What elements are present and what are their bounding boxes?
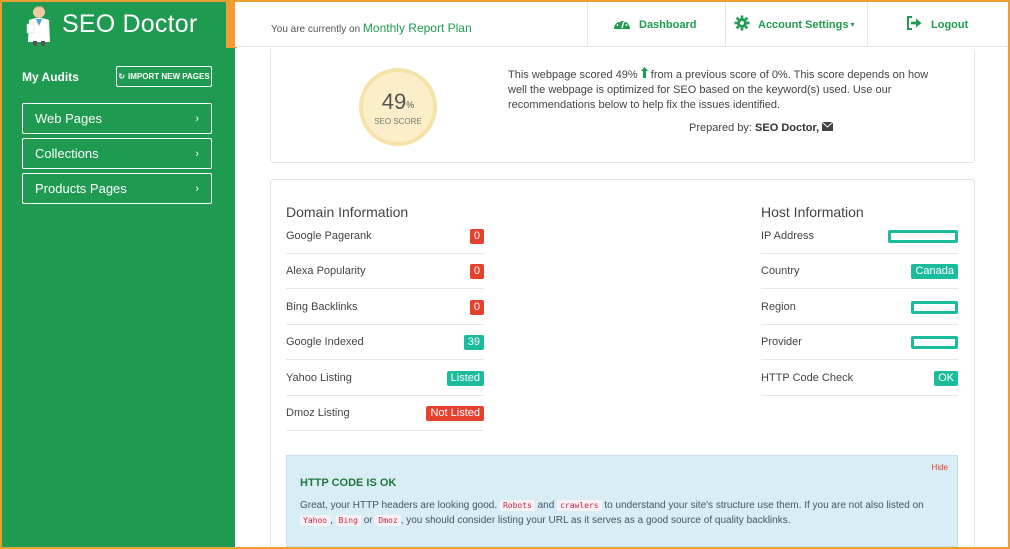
- account-settings-menu[interactable]: Account Settings ▾: [734, 2, 854, 47]
- alert-text-part: , you should consider listing your URL a…: [400, 515, 791, 526]
- alert-text-part: to understand your site's structure use …: [604, 500, 924, 511]
- prepared-by-label: Prepared by:: [689, 122, 752, 134]
- row-label: Provider: [761, 336, 802, 348]
- status-badge: Listed: [446, 370, 484, 386]
- score-description: This webpage scored 49% from a previous …: [508, 67, 948, 113]
- top-bar: You are currently on Monthly Report Plan…: [235, 2, 1008, 47]
- host-row: Region: [761, 290, 958, 325]
- row-label: IP Address: [761, 230, 814, 242]
- seo-score-value: 49%: [382, 89, 415, 115]
- divider: [725, 2, 726, 47]
- row-label: Google Indexed: [286, 336, 364, 348]
- status-badge: Canada: [911, 263, 958, 279]
- refresh-icon: ↻: [118, 72, 126, 81]
- dashboard-label: Dashboard: [639, 18, 697, 31]
- seo-score-card: 49% SEO SCORE This webpage scored 49% fr…: [270, 48, 975, 163]
- logout-icon: [906, 16, 923, 33]
- status-badge: [888, 229, 958, 243]
- alert-text-part: and: [537, 500, 555, 511]
- host-information-title: Host Information: [761, 204, 864, 220]
- caret-down-icon: ▾: [850, 20, 855, 29]
- http-code-alert: Hide HTTP CODE IS OK Great, your HTTP he…: [286, 455, 958, 547]
- sidebar-item-products-pages[interactable]: Products Pages ›: [22, 173, 212, 204]
- domain-row: Bing Backlinks 0: [286, 290, 484, 325]
- sidebar-item-web-pages[interactable]: Web Pages ›: [22, 103, 212, 134]
- row-label: Alexa Popularity: [286, 265, 366, 277]
- code-crawlers: crawlers: [557, 500, 602, 511]
- gear-icon: [734, 15, 750, 34]
- hide-alert-link[interactable]: Hide: [932, 463, 948, 472]
- alert-text-part: Great, your HTTP headers are looking goo…: [300, 500, 498, 511]
- status-badge: [911, 335, 958, 349]
- logout-link[interactable]: Logout: [906, 2, 968, 47]
- domain-row: Google Indexed 39: [286, 325, 484, 360]
- score-number: 49: [381, 88, 407, 114]
- my-audits-label: My Audits: [22, 70, 79, 84]
- prepared-by-name: SEO Doctor,: [755, 122, 820, 134]
- seo-score-label: SEO SCORE: [374, 116, 422, 126]
- divider: [867, 2, 868, 47]
- status-badge: [911, 300, 958, 314]
- alert-title: HTTP CODE IS OK: [300, 477, 397, 489]
- host-row: Provider: [761, 325, 958, 360]
- divider: [587, 2, 588, 47]
- arrow-up-icon: [640, 67, 651, 81]
- sidebar-item-label: Web Pages: [35, 111, 102, 126]
- alert-text: Great, your HTTP headers are looking goo…: [300, 498, 940, 528]
- host-row: Country Canada: [761, 254, 958, 289]
- plan-name-link[interactable]: Monthly Report Plan: [363, 21, 472, 35]
- alert-text-part: ,: [330, 515, 333, 526]
- chevron-right-icon: ›: [195, 112, 199, 125]
- prepared-by: Prepared by: SEO Doctor,: [689, 121, 834, 134]
- sidebar: SEO Doctor My Audits ↻ IMPORT NEW PAGES …: [2, 2, 237, 547]
- sidebar-item-collections[interactable]: Collections ›: [22, 138, 212, 169]
- code-yahoo: Yahoo: [300, 515, 331, 526]
- row-label: Country: [761, 265, 800, 277]
- row-label: Region: [761, 301, 796, 313]
- seo-score-circle: 49% SEO SCORE: [359, 68, 437, 146]
- brand-name: SEO Doctor: [62, 10, 198, 38]
- row-label: Bing Backlinks: [286, 301, 358, 313]
- domain-row: Alexa Popularity 0: [286, 254, 484, 289]
- chevron-right-icon: ›: [195, 182, 199, 195]
- brand[interactable]: SEO Doctor: [2, 2, 235, 47]
- domain-information-title: Domain Information: [286, 204, 409, 220]
- score-unit: %: [406, 99, 415, 110]
- row-label: HTTP Code Check: [761, 372, 854, 384]
- host-row: HTTP Code Check OK: [761, 361, 958, 396]
- sidebar-item-label: Products Pages: [35, 181, 127, 196]
- chevron-right-icon: ›: [195, 147, 199, 160]
- import-new-pages-button[interactable]: ↻ IMPORT NEW PAGES: [116, 66, 212, 87]
- account-settings-label: Account Settings: [758, 18, 849, 31]
- status-badge: OK: [934, 370, 958, 386]
- alert-text-part: or: [363, 515, 373, 526]
- status-badge: Not Listed: [426, 405, 484, 421]
- import-button-label: IMPORT NEW PAGES: [128, 72, 210, 81]
- plan-prefix: You are currently on: [271, 24, 361, 35]
- status-badge: 0: [469, 228, 484, 244]
- row-label: Google Pagerank: [286, 230, 372, 242]
- domain-row: Dmoz Listing Not Listed: [286, 396, 484, 431]
- current-plan: You are currently on Monthly Report Plan: [271, 21, 472, 35]
- envelope-icon[interactable]: [821, 121, 834, 134]
- domain-row: Google Pagerank 0: [286, 219, 484, 254]
- status-badge: 0: [469, 263, 484, 279]
- dashboard-link[interactable]: Dashboard: [613, 2, 696, 47]
- status-badge: 0: [469, 299, 484, 315]
- domain-row: Yahoo Listing Listed: [286, 361, 484, 396]
- sidebar-item-label: Collections: [35, 146, 99, 161]
- doctor-logo-icon: [24, 4, 54, 46]
- status-badge: 39: [463, 334, 484, 350]
- row-label: Yahoo Listing: [286, 372, 352, 384]
- code-bing: Bing: [335, 515, 361, 526]
- host-row: IP Address: [761, 219, 958, 254]
- code-robots: Robots: [499, 500, 535, 511]
- code-dmoz: Dmoz: [375, 515, 401, 526]
- logout-label: Logout: [931, 18, 969, 31]
- row-label: Dmoz Listing: [286, 407, 350, 419]
- score-description-start: This webpage scored 49%: [508, 69, 638, 81]
- dashboard-icon: [613, 16, 631, 33]
